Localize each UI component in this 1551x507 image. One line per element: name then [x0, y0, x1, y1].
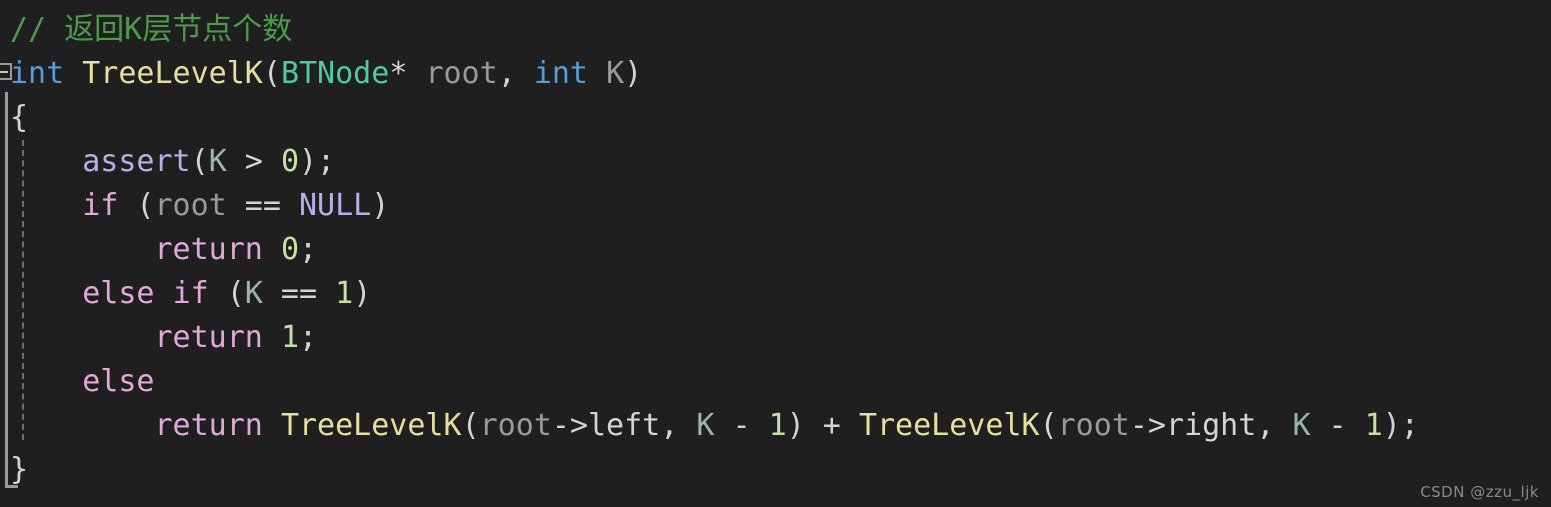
code-line[interactable]: return 1;: [0, 316, 1551, 360]
code-token: if: [82, 188, 119, 223]
code-token: (: [461, 408, 480, 443]
code-token: 1: [1364, 408, 1383, 443]
code-token: 1: [280, 320, 299, 355]
code-token: K: [208, 144, 227, 179]
code-token: return: [154, 232, 263, 267]
code-token: //: [10, 12, 65, 47]
code-token: root: [479, 408, 552, 443]
code-token: -: [1310, 408, 1365, 443]
code-editor[interactable]: // 返回K层节点个数 int TreeLevelK(BTNode* root, …: [0, 0, 1551, 507]
code-token: else: [82, 364, 155, 399]
code-token: >: [226, 144, 281, 179]
code-token: }: [10, 452, 29, 487]
code-line[interactable]: assert(K > 0);: [0, 140, 1551, 184]
code-token: ==: [226, 188, 299, 223]
code-token: ): [371, 188, 390, 223]
code-token: assert: [82, 144, 191, 179]
code-token: );: [299, 144, 336, 179]
code-line[interactable]: else: [0, 360, 1551, 404]
code-token: TreeLevelK: [858, 408, 1040, 443]
code-line[interactable]: if (root == NULL): [0, 184, 1551, 228]
code-token: ,: [1256, 408, 1293, 443]
code-line[interactable]: return 0;: [0, 228, 1551, 272]
code-token: 0: [280, 144, 299, 179]
code-token: if: [172, 276, 209, 311]
code-token: int: [533, 56, 588, 91]
code-line[interactable]: // 返回K层节点个数: [0, 8, 1551, 52]
code-token: root: [154, 188, 227, 223]
code-token: 返回K层节点个数: [64, 12, 293, 47]
code-line[interactable]: return TreeLevelK(root->left, K - 1) + T…: [0, 404, 1551, 448]
code-token: K: [606, 56, 625, 91]
code-token: K: [696, 408, 715, 443]
code-token: return: [154, 408, 263, 443]
code-token: {: [10, 100, 29, 135]
code-token: ,: [660, 408, 697, 443]
code-token: right: [1166, 408, 1257, 443]
code-token: left: [588, 408, 661, 443]
code-token: ;: [299, 320, 318, 355]
code-token: K: [244, 276, 263, 311]
code-token: 0: [280, 232, 299, 267]
code-token: TreeLevelK: [280, 408, 462, 443]
code-token: ,: [497, 56, 534, 91]
code-token: K: [1292, 408, 1311, 443]
code-token: ==: [262, 276, 336, 311]
code-token: (: [190, 144, 209, 179]
code-token: ): [353, 276, 372, 311]
code-token: 1: [768, 408, 787, 443]
code-line[interactable]: int TreeLevelK(BTNode* root, int K): [0, 52, 1551, 96]
code-token: 1: [335, 276, 354, 311]
code-token: else: [82, 276, 155, 311]
code-line[interactable]: else if (K == 1): [0, 272, 1551, 316]
code-token: int: [10, 56, 65, 91]
code-token: root: [1057, 408, 1130, 443]
code-text-area[interactable]: // 返回K层节点个数 int TreeLevelK(BTNode* root, …: [0, 0, 1551, 507]
code-token: ) +: [786, 408, 859, 443]
code-token: NULL: [299, 188, 372, 223]
code-token: return: [154, 320, 263, 355]
code-token: ): [624, 56, 643, 91]
code-line[interactable]: {: [0, 96, 1551, 140]
code-token: (: [118, 188, 155, 223]
code-token: (: [208, 276, 245, 311]
code-token: );: [1382, 408, 1419, 443]
code-token: BTNode: [280, 56, 390, 91]
code-token: ->: [551, 408, 588, 443]
code-token: ;: [299, 232, 318, 267]
code-token: *: [389, 56, 426, 91]
code-token: TreeLevelK: [82, 56, 263, 91]
csdn-watermark: CSDN @zzu_ljk: [1420, 483, 1539, 501]
code-token: root: [425, 56, 498, 91]
code-token: (: [1039, 408, 1058, 443]
code-token: (: [262, 56, 281, 91]
code-token: -: [714, 408, 769, 443]
code-token: ->: [1129, 408, 1166, 443]
code-line[interactable]: }: [0, 448, 1551, 492]
